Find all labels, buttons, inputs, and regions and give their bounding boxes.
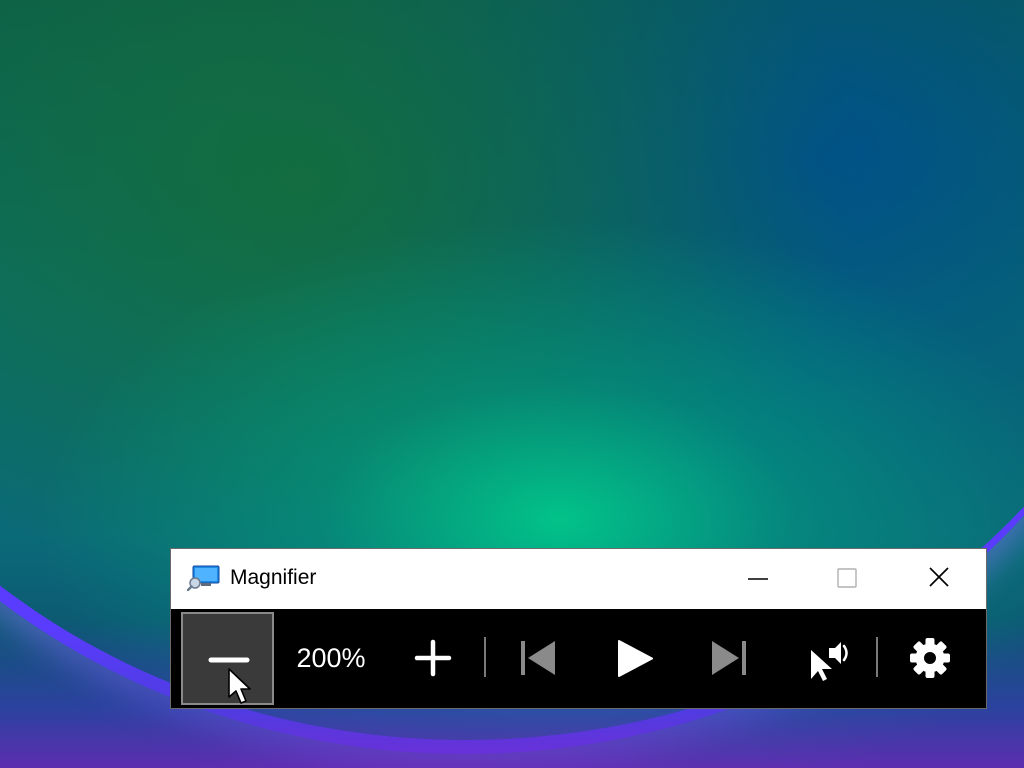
- magnifier-window: Magnifier 200%: [171, 549, 986, 708]
- read-from-pointer-icon: [811, 642, 848, 681]
- skip-previous-icon: [521, 641, 555, 675]
- minus-icon: [208, 657, 250, 663]
- next-button[interactable]: [692, 612, 768, 705]
- minimize-button[interactable]: [728, 549, 788, 609]
- close-icon: [929, 567, 949, 587]
- minimize-icon: [748, 578, 768, 580]
- gear-icon: [910, 638, 950, 678]
- window-title: Magnifier: [230, 566, 317, 589]
- maximize-button[interactable]: [817, 549, 877, 609]
- play-button[interactable]: [597, 612, 673, 705]
- zoom-in-button[interactable]: [395, 612, 471, 705]
- title-bar[interactable]: Magnifier: [171, 549, 986, 609]
- maximize-icon: [837, 568, 857, 588]
- magnifier-app-icon: [186, 565, 221, 592]
- skip-next-icon: [712, 641, 746, 675]
- read-from-here-button[interactable]: [791, 612, 867, 705]
- plus-icon: [414, 639, 452, 677]
- play-icon: [618, 640, 653, 677]
- toolbar-separator: [876, 637, 878, 677]
- previous-button[interactable]: [501, 612, 577, 705]
- zoom-out-button[interactable]: [181, 612, 274, 705]
- close-button[interactable]: [909, 549, 969, 609]
- toolbar-separator: [484, 637, 486, 677]
- settings-button[interactable]: [893, 612, 969, 705]
- magnifier-toolbar: 200%: [171, 609, 986, 708]
- zoom-level-label: 200%: [296, 643, 366, 673]
